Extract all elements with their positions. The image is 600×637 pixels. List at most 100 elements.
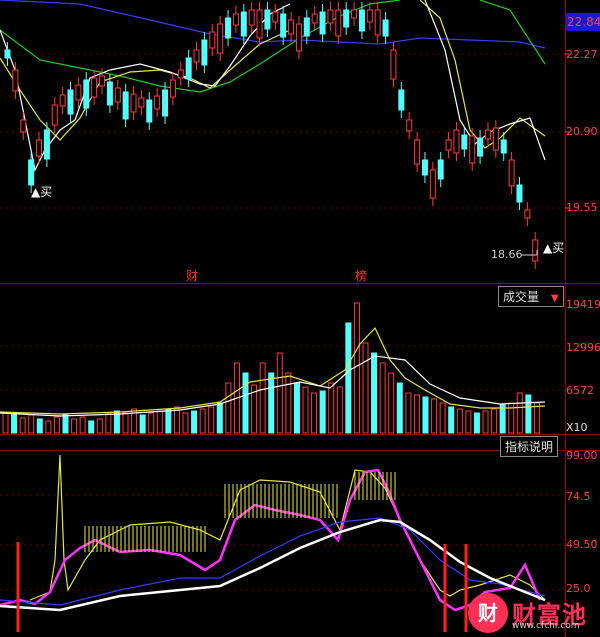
- candle-body: [398, 89, 405, 111]
- candle-body: [91, 77, 98, 98]
- volume-bar: [139, 414, 146, 434]
- volume-bar: [448, 406, 455, 434]
- indicator-signal-bars: [16, 542, 468, 632]
- price-tick-2: 20.90: [566, 125, 598, 138]
- volume-bar: [216, 402, 223, 434]
- volume-bar: [362, 342, 369, 434]
- volume-bar: [156, 410, 163, 434]
- volume-bar: [371, 352, 378, 434]
- volume-bar: [456, 408, 463, 434]
- volume-bar: [259, 362, 266, 434]
- volume-bar: [439, 402, 446, 434]
- indicator-lines: [0, 454, 546, 612]
- volume-unit-label: X10: [566, 421, 588, 434]
- event-marker-list[interactable]: 榜: [355, 267, 367, 284]
- candle-body: [59, 94, 66, 107]
- candle-body: [516, 184, 523, 203]
- indicator-magenta-line: [0, 468, 542, 612]
- candle-body: [28, 159, 35, 186]
- volume-bar: [405, 392, 412, 434]
- candle-body: [421, 159, 428, 176]
- candle-body: [414, 139, 421, 165]
- volume-bar: [499, 404, 506, 434]
- volume-bar: [268, 372, 275, 434]
- candle-body: [36, 139, 43, 157]
- candle-body: [225, 17, 232, 39]
- price-tick-1: 22.27: [566, 48, 598, 61]
- volume-bar: [19, 417, 26, 434]
- volume-bar: [336, 386, 343, 434]
- event-marker-finance[interactable]: 财: [186, 267, 198, 284]
- candle-body: [311, 13, 318, 24]
- candle-body: [99, 75, 106, 87]
- candle-body: [492, 127, 499, 151]
- indicator-help-button[interactable]: 指标说明: [500, 436, 559, 457]
- candle-body: [335, 9, 342, 37]
- candle-body: [484, 129, 491, 140]
- volume-bar: [319, 390, 326, 434]
- candle-body: [524, 209, 531, 219]
- volume-bar: [422, 396, 429, 434]
- volume-bar: [96, 418, 103, 434]
- candle-body: [319, 11, 326, 35]
- price-candlesticks: [4, 2, 539, 269]
- candle-body: [122, 91, 129, 120]
- volume-bar: [71, 418, 78, 434]
- candle-body: [508, 159, 515, 187]
- candle-body: [469, 135, 476, 164]
- volume-bar: [122, 412, 129, 434]
- volume-bar: [465, 410, 472, 434]
- ma-blue-line: [0, 0, 546, 49]
- candle-body: [169, 79, 176, 98]
- volume-bar: [88, 420, 95, 434]
- candle-body: [445, 139, 452, 151]
- candle-body: [477, 137, 484, 157]
- buy-signal-1[interactable]: ▲买: [31, 183, 52, 200]
- volume-bar: [148, 412, 155, 434]
- candle-body: [358, 9, 365, 32]
- current-price-label: 22.84: [566, 13, 600, 31]
- candle-body: [280, 13, 287, 38]
- candle-body: [43, 129, 50, 160]
- indicator-tick-2: 74.5: [566, 490, 591, 503]
- candle-body: [154, 95, 161, 110]
- candle-body: [382, 19, 389, 37]
- volume-bar: [105, 412, 112, 434]
- indicator-tick-1: 99.00: [566, 449, 598, 462]
- volume-tick-3: 6572: [566, 384, 594, 397]
- chart-canvas[interactable]: [0, 0, 600, 637]
- candle-body: [374, 9, 381, 36]
- volume-bar: [388, 372, 395, 434]
- price-tick-3: 19.55: [566, 201, 598, 214]
- volume-bar: [208, 406, 215, 434]
- volume-bar: [45, 420, 52, 434]
- volume-bar: [182, 412, 189, 434]
- candle-body: [138, 97, 145, 108]
- logo-url: www.cfchi.com: [512, 621, 580, 631]
- volume-bar: [533, 402, 540, 434]
- volume-bar: [242, 372, 249, 434]
- candle-body: [201, 39, 208, 66]
- volume-tick-1: 19419: [566, 298, 600, 311]
- candle-body: [437, 159, 444, 180]
- volume-bar: [525, 394, 532, 434]
- candle-body: [217, 23, 224, 54]
- volume-bar: [396, 382, 403, 434]
- candle-body: [185, 57, 192, 80]
- candle-body: [209, 31, 216, 49]
- candle-body: [114, 87, 121, 103]
- candle-body: [327, 9, 334, 24]
- volume-bar: [345, 322, 352, 434]
- volume-indicator-button[interactable]: 成交量 ▼: [498, 286, 564, 307]
- buy-signal-2[interactable]: ▲买: [543, 239, 564, 256]
- volume-tick-2: 12996: [566, 341, 600, 354]
- volume-bar: [516, 392, 523, 434]
- volume-bar: [191, 410, 198, 434]
- indicator-tick-3: 49.50: [566, 538, 598, 551]
- candle-body: [240, 11, 247, 37]
- candle-body: [4, 49, 11, 59]
- volume-indicator-label: 成交量: [503, 290, 540, 304]
- dropdown-arrow-icon: ▼: [550, 293, 559, 304]
- volume-bar: [165, 408, 172, 434]
- candle-body: [177, 69, 184, 79]
